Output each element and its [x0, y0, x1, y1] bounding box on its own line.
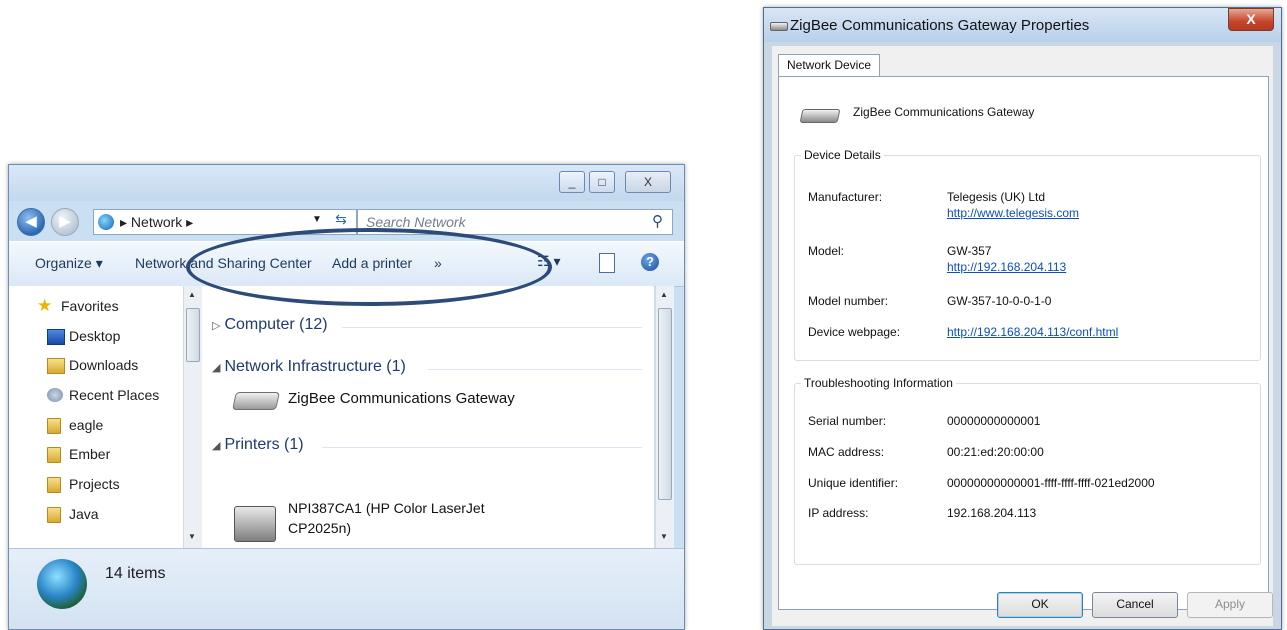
model-value: GW-357: [947, 244, 992, 258]
breadcrumb-separator-icon: ▸: [120, 214, 131, 230]
collapse-arrow-icon: ◢: [212, 362, 221, 374]
model-link[interactable]: http://192.168.204.113: [947, 260, 1066, 274]
breadcrumb-network[interactable]: Network: [131, 214, 182, 230]
serial-number-label: Serial number:: [808, 414, 887, 428]
device-webpage-label: Device webpage:: [808, 325, 901, 339]
help-icon[interactable]: ?: [641, 253, 659, 271]
sidebar-item-label: Desktop: [69, 328, 121, 344]
device-details-group: Device Details Manufacturer: Telegesis (…: [794, 148, 1261, 361]
mac-address-value: 00:21:ed:20:00:00: [947, 445, 1044, 459]
network-gateway-icon: [232, 392, 280, 410]
mac-address-label: MAC address:: [808, 445, 885, 459]
group-divider: [322, 447, 642, 448]
collapse-arrow-icon: ◢: [212, 440, 221, 452]
properties-dialog: ZigBee Communications Gateway Properties…: [763, 7, 1282, 630]
unique-identifier-label: Unique identifier:: [808, 476, 899, 490]
folder-icon: [47, 477, 61, 493]
group-label: Network Infrastructure (1): [224, 358, 406, 375]
ok-button[interactable]: OK: [997, 592, 1083, 618]
group-label: Printers (1): [224, 436, 304, 453]
tab-network-device[interactable]: Network Device: [778, 54, 880, 77]
recent-places-icon: [47, 388, 63, 402]
desktop-icon: [47, 329, 65, 345]
printer-item[interactable]: NPI387CA1 (HP Color LaserJet CP2025n): [228, 496, 528, 548]
network-globe-icon: [98, 214, 114, 230]
group-header-printers[interactable]: ◢ Printers (1): [212, 436, 304, 454]
device-webpage-link[interactable]: http://192.168.204.113/conf.html: [947, 325, 1118, 339]
serial-number-value: 00000000000001: [947, 414, 1041, 428]
dialog-body: Network Device ZigBee Communications Gat…: [772, 46, 1273, 626]
network-gateway-icon: [799, 109, 841, 123]
group-title: Troubleshooting Information: [801, 376, 956, 390]
content-scrollbar[interactable]: ▲ ▼: [655, 286, 674, 548]
model-label: Model:: [808, 244, 845, 258]
group-label: Computer (12): [224, 316, 328, 333]
folder-icon: [47, 447, 61, 463]
sidebar-item-label: Ember: [69, 446, 111, 462]
printer-label: NPI387CA1 (HP Color LaserJet CP2025n): [288, 500, 485, 536]
manufacturer-link[interactable]: http://www.telegesis.com: [947, 206, 1079, 220]
dialog-title: ZigBee Communications Gateway Properties: [790, 17, 1090, 34]
preview-pane-icon[interactable]: [599, 253, 615, 273]
explorer-title-bar[interactable]: _ □ X: [9, 165, 684, 201]
sidebar-item-label: Java: [69, 506, 99, 522]
sidebar-item-label: Recent Places: [69, 387, 160, 403]
apply-button[interactable]: Apply: [1187, 592, 1273, 618]
group-header-computer[interactable]: ▷ Computer (12): [212, 316, 328, 334]
sidebar-item-label: Projects: [69, 476, 120, 492]
group-divider: [342, 327, 642, 328]
tab-panel: ZigBee Communications Gateway Device Det…: [778, 76, 1269, 610]
group-header-network-infrastructure[interactable]: ◢ Network Infrastructure (1): [212, 358, 406, 376]
content-pane: ▷ Computer (12) ◢ Network Infrastructure (…: [202, 286, 654, 548]
highlight-ellipse: [186, 228, 552, 306]
unique-identifier-value: 00000000000001-ffff-ffff-ffff-021ed2000: [947, 476, 1155, 490]
device-name: ZigBee Communications Gateway: [853, 105, 1035, 119]
printer-icon: [234, 506, 276, 542]
expand-arrow-icon: ▷: [212, 320, 221, 332]
scroll-up-icon[interactable]: ▲: [660, 290, 668, 299]
navigation-scrollbar[interactable]: ▲ ▼: [183, 286, 202, 548]
ip-address-label: IP address:: [808, 506, 869, 520]
minimize-button[interactable]: _: [559, 171, 585, 193]
group-title: Device Details: [801, 148, 884, 162]
troubleshooting-group: Troubleshooting Information Serial numbe…: [794, 376, 1261, 565]
breadcrumb[interactable]: ▸ Network ▸: [120, 214, 193, 231]
sidebar-item-label: Downloads: [69, 357, 139, 373]
forward-button[interactable]: ▶: [51, 208, 79, 236]
downloads-folder-icon: [47, 358, 65, 374]
back-button[interactable]: ◀: [17, 208, 45, 236]
sidebar-item-label: eagle: [69, 417, 104, 433]
navigation-pane: ★ Favorites Desktop Downloads Recent Pla…: [9, 286, 201, 548]
zigbee-gateway-item[interactable]: ZigBee Communications Gateway: [228, 382, 515, 418]
scroll-down-icon[interactable]: ▼: [660, 532, 668, 541]
gateway-title-icon: [770, 22, 788, 31]
scroll-thumb[interactable]: [658, 308, 672, 500]
network-icon: [37, 559, 87, 609]
organize-button[interactable]: Organize ▾: [35, 255, 103, 272]
manufacturer-value: Telegesis (UK) Ltd: [947, 190, 1046, 204]
sidebar-item-label: Favorites: [61, 298, 119, 314]
device-label: ZigBee Communications Gateway: [288, 390, 515, 407]
close-button[interactable]: X: [625, 171, 671, 193]
scroll-up-icon[interactable]: ▲: [188, 290, 196, 299]
cancel-button[interactable]: Cancel: [1092, 592, 1178, 618]
details-pane: 14 items: [9, 548, 684, 629]
scroll-thumb[interactable]: [186, 308, 200, 362]
star-icon: ★: [37, 296, 53, 315]
manufacturer-label: Manufacturer:: [808, 190, 883, 204]
scroll-down-icon[interactable]: ▼: [188, 532, 196, 541]
ip-address-value: 192.168.204.113: [947, 506, 1037, 520]
folder-icon: [47, 507, 61, 523]
model-number-value: GW-357-10-0-0-1-0: [947, 294, 1052, 308]
dialog-title-bar[interactable]: ZigBee Communications Gateway Properties…: [764, 8, 1281, 42]
item-count: 14 items: [105, 565, 166, 582]
breadcrumb-separator-icon: ▸: [182, 214, 194, 230]
model-number-label: Model number:: [808, 294, 889, 308]
folder-icon: [47, 418, 61, 434]
search-icon[interactable]: ⚲: [652, 212, 663, 230]
close-button[interactable]: X: [1228, 8, 1274, 31]
maximize-button[interactable]: □: [589, 171, 615, 193]
group-divider: [428, 369, 642, 370]
chevron-down-icon[interactable]: ▼: [312, 214, 322, 225]
